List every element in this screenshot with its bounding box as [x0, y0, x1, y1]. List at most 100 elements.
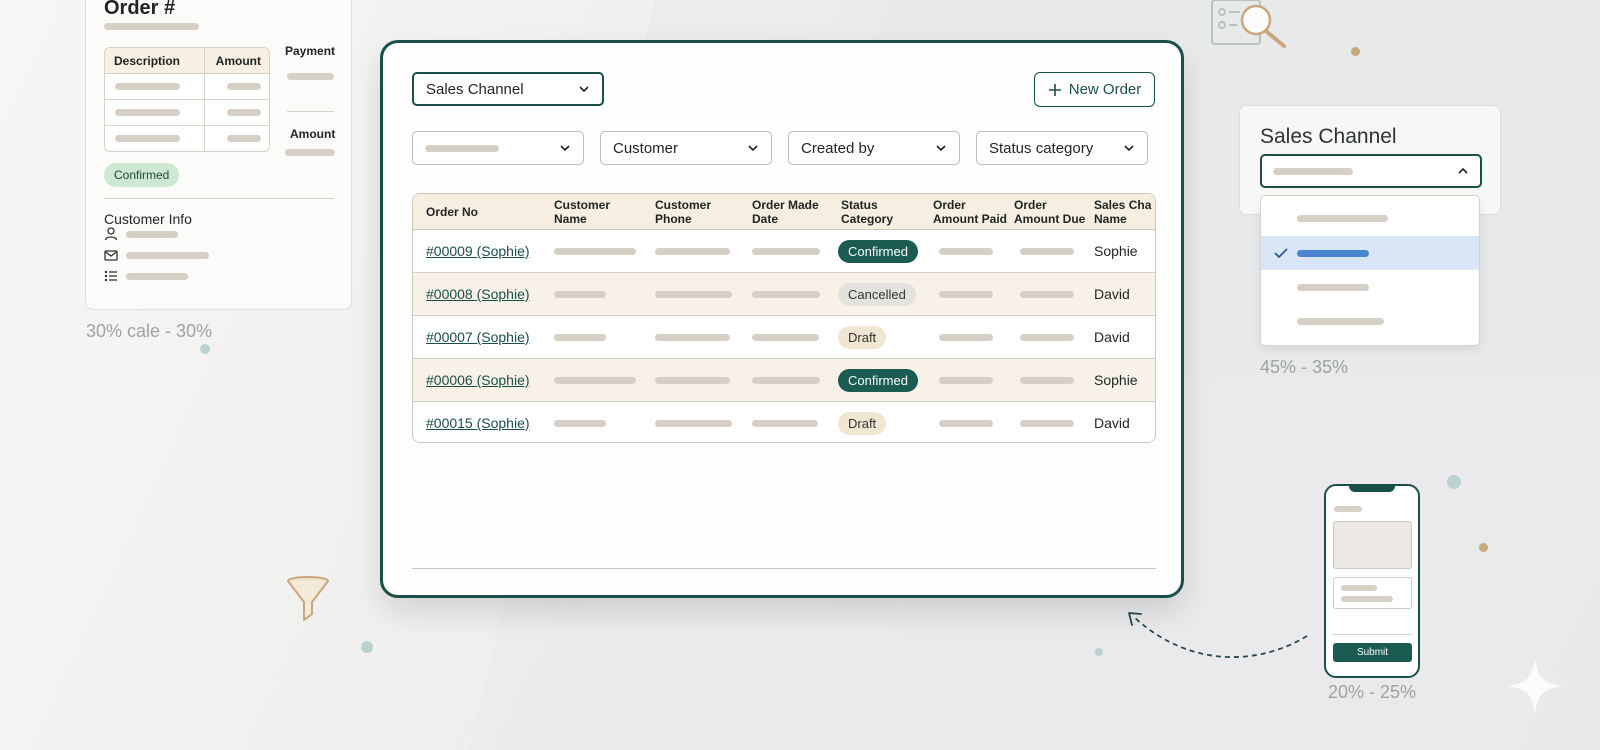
status-badge: Confirmed: [838, 369, 918, 392]
mobile-preview: Submit: [1324, 484, 1420, 678]
placeholder-bar: [1341, 585, 1377, 591]
decor-dot: [361, 641, 373, 653]
customer-email-line: [104, 248, 209, 262]
sales-channel-name: Sophie: [1094, 372, 1138, 388]
placeholder-bar: [1020, 334, 1074, 341]
status-badge: Draft: [838, 326, 887, 349]
placeholder-bar: [1334, 506, 1362, 512]
order-link[interactable]: #00007 (Sophie): [426, 329, 530, 345]
chevron-down-icon: [579, 86, 589, 93]
placeholder-bar: [1020, 377, 1074, 384]
placeholder-bar: [115, 109, 180, 116]
table-row[interactable]: #00007 (Sophie) Draft David: [413, 316, 1155, 359]
status-category-filter[interactable]: Status category: [976, 131, 1148, 165]
placeholder-bar: [1020, 420, 1074, 427]
column-header-sales-channel: Sales Cha Name: [1094, 198, 1152, 226]
search-document-icon: [1211, 0, 1286, 48]
description-header: Description: [105, 48, 205, 73]
order-items-header: Description Amount: [105, 48, 269, 74]
placeholder-bar: [752, 291, 820, 298]
amount-header: Amount: [215, 54, 261, 68]
divider: [104, 198, 334, 199]
column-header-customer-name: Customer Name: [554, 198, 611, 226]
dropdown-option[interactable]: [1261, 304, 1479, 338]
decor-dot: [1479, 543, 1488, 552]
placeholder-bar: [752, 420, 818, 427]
sales-channel-select-value: Sales Channel: [426, 80, 524, 98]
placeholder-bar: [939, 248, 993, 255]
table-row[interactable]: #00006 (Sophie) Confirmed Sophie: [413, 359, 1155, 402]
decor-dot: [1447, 475, 1461, 489]
customer-filter[interactable]: Customer: [600, 131, 772, 165]
mail-icon: [104, 250, 118, 261]
column-header-amount-paid: Order Amount Paid: [933, 198, 1007, 226]
table-row[interactable]: #00009 (Sophie) Confirmed Sophie: [413, 230, 1155, 273]
order-link[interactable]: #00015 (Sophie): [426, 415, 530, 431]
amount-label: Amount: [290, 127, 336, 141]
submit-button[interactable]: Submit: [1333, 643, 1412, 662]
placeholder-bar: [126, 272, 188, 280]
column-header-order-date: Order Made Date: [752, 198, 819, 226]
status-badge: Confirmed: [104, 163, 180, 187]
placeholder-bar: [126, 251, 209, 259]
column-header-status-category: Status Category: [841, 198, 894, 226]
divider: [412, 568, 1156, 569]
table-row[interactable]: #00008 (Sophie) Cancelled David: [413, 273, 1155, 316]
order-items-table: Description Amount: [104, 47, 270, 152]
sales-channel-dropdown-trigger[interactable]: [1260, 154, 1482, 188]
placeholder-bar: [939, 334, 993, 341]
customer-filter-label: Customer: [613, 139, 679, 157]
order-link[interactable]: #00009 (Sophie): [426, 243, 530, 259]
column-header-order-no: Order No: [426, 205, 479, 219]
table-row: [105, 74, 269, 100]
dropdown-option-selected[interactable]: [1261, 236, 1479, 270]
divider: [1333, 634, 1412, 635]
status-badge: Confirmed: [838, 240, 918, 263]
new-order-button[interactable]: New Order: [1034, 72, 1155, 107]
placeholder-bar: [655, 334, 730, 341]
created-by-filter[interactable]: Created by: [788, 131, 960, 165]
connector-arrow: [1128, 612, 1308, 658]
placeholder-bar: [554, 377, 636, 384]
filter-select-1[interactable]: [412, 131, 584, 165]
created-by-filter-label: Created by: [801, 139, 875, 157]
placeholder-bar: [227, 109, 261, 116]
funnel-icon: [287, 576, 329, 621]
table-row[interactable]: #00015 (Sophie) Draft David: [413, 402, 1155, 442]
order-link[interactable]: #00006 (Sophie): [426, 372, 530, 388]
phone-notch: [1349, 484, 1395, 492]
sales-channel-title: Sales Channel: [1260, 125, 1397, 148]
chevron-down-icon: [936, 145, 946, 152]
payment-label: Payment: [285, 44, 336, 58]
plus-icon: [1048, 83, 1061, 96]
orders-table: Order No Customer Name Customer Phone Or…: [412, 193, 1156, 443]
order-link[interactable]: #00008 (Sophie): [426, 286, 530, 302]
placeholder-bar: [655, 420, 732, 427]
customer-details-line: [104, 269, 188, 283]
sales-channel-name: David: [1094, 329, 1130, 345]
customer-name-line: [104, 227, 178, 241]
form-field[interactable]: [1333, 577, 1412, 609]
dropdown-option[interactable]: [1261, 201, 1479, 235]
sales-channel-name: Sophie: [1094, 243, 1138, 259]
placeholder-bar: [554, 248, 636, 255]
placeholder-bar: [655, 377, 730, 384]
decor-dot: [1351, 47, 1360, 56]
placeholder-bar: [425, 144, 499, 152]
orders-window: Sales Channel New Order Customer Created…: [380, 40, 1184, 598]
status-badge: Draft: [838, 412, 887, 435]
sales-channel-select[interactable]: Sales Channel: [412, 72, 604, 106]
placeholder-bar: [227, 83, 261, 90]
sales-channel-name: David: [1094, 286, 1130, 302]
sales-channel-name: David: [1094, 415, 1130, 431]
status-badge: Cancelled: [838, 283, 916, 306]
placeholder-bar: [554, 334, 606, 341]
placeholder-bar: [939, 420, 993, 427]
placeholder-bar: [554, 291, 606, 298]
divider: [287, 111, 334, 112]
placeholder-bar: [655, 248, 730, 255]
dropdown-option[interactable]: [1261, 270, 1479, 304]
placeholder-bar: [1297, 318, 1384, 325]
order-detail-card: Order # Description Amount Payment Amoun…: [85, 0, 352, 310]
placeholder-bar: [1297, 250, 1369, 257]
